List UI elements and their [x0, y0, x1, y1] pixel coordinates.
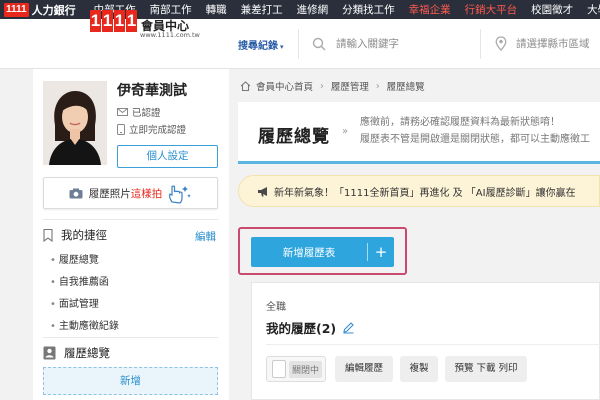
sidebar-item-recommendation-letter[interactable]: 自我推薦函	[50, 273, 109, 288]
new-resume-button[interactable]: 新增履歷表 +	[251, 237, 394, 267]
resume-name: 我的履歷(2)	[266, 318, 355, 337]
resume-name-text: 我的履歷(2)	[266, 321, 337, 336]
top-nav-brand[interactable]: 1111 人力銀行	[0, 0, 80, 19]
resume-photo-highlight: 這樣拍	[130, 187, 163, 200]
nav-item-happy-company[interactable]: 幸福企業	[409, 2, 451, 17]
resume-description-line1: 應徵前，請務必確認履歷資料為最新狀態唷！	[360, 117, 560, 128]
announcement-banner[interactable]: 新年新氣象！「1111全新首頁」再進化 及 「AI履歷診斷」讓你贏在	[238, 175, 600, 207]
personal-settings-button[interactable]: 個人設定	[117, 145, 218, 168]
camera-icon	[69, 188, 83, 198]
mail-icon	[117, 108, 128, 116]
pencil-icon[interactable]	[342, 321, 355, 334]
nav-item-part-time[interactable]: 兼差打工	[241, 2, 283, 17]
user-name: 伊奇華測試	[117, 83, 187, 99]
resume-card: 全職 我的履歷(2) 關閉中 編輯履歷 複製 預覽 下載 列印	[251, 282, 600, 400]
location-select-input[interactable]: 請選擇縣市區域	[516, 36, 590, 51]
search-history-dropdown[interactable]: 搜尋紀錄 ▾	[238, 37, 284, 52]
nav-item-category-search[interactable]: 分類找工作	[342, 2, 395, 17]
tap-hand-icon	[169, 185, 192, 204]
shortcuts-title-label: 我的捷徑	[61, 228, 107, 242]
top-nav-brand-text: 人力銀行	[31, 3, 76, 17]
nav-item-university[interactable]: 大學網	[587, 2, 600, 17]
verify-now-link[interactable]: 立即完成認證	[117, 122, 186, 136]
header-divider	[298, 29, 299, 59]
breadcrumb-resume-management[interactable]: 履歷管理	[331, 79, 369, 93]
header-divider	[480, 29, 481, 59]
logo-digit: 1	[126, 10, 137, 32]
edit-resume-button[interactable]: 編輯履歷	[335, 356, 393, 382]
sidebar-item-interview-management[interactable]: 面試管理	[50, 295, 99, 310]
toggle-status-label: 關閉中	[289, 360, 323, 378]
breadcrumb-resume-overview: 履歷總覽	[386, 82, 425, 93]
chevron-right-icon: »	[342, 126, 349, 137]
breadcrumb: 會員中心首頁 › 履歷管理 › 履歷總覽	[240, 79, 425, 93]
overview-title: 履歷總覽	[43, 345, 110, 361]
add-resume-button[interactable]: 新增	[43, 367, 218, 395]
toggle-knob	[272, 360, 286, 378]
sidebar: 伊奇華測試 已認證 立即完成認證 個人設定 履歷照片 這樣拍 我的捷徑 編輯 •…	[33, 69, 229, 400]
location-pin-icon	[495, 36, 507, 51]
phone-icon	[117, 123, 125, 135]
preview-download-print-button[interactable]: 預覽 下載 列印	[445, 356, 527, 382]
chevron-right-icon: ›	[375, 80, 380, 92]
nav-item-education[interactable]: 進修網	[297, 2, 329, 17]
sidebar-divider	[43, 337, 218, 338]
megaphone-icon	[258, 186, 267, 196]
breadcrumb-home[interactable]: 會員中心首頁	[256, 79, 313, 93]
logo-digit: 1	[114, 10, 125, 32]
overview-title-label: 履歷總覽	[64, 346, 110, 360]
keyword-search-input[interactable]: 請輸入關鍵字	[336, 36, 399, 51]
nav-item-marketing[interactable]: 行銷大平台	[465, 2, 518, 17]
verified-label: 已認證	[132, 108, 161, 119]
logo-digits: 1 1 1 1	[90, 10, 138, 32]
bookmark-icon	[43, 228, 53, 242]
copy-resume-button[interactable]: 複製	[400, 356, 438, 382]
chevron-right-icon: ›	[320, 80, 324, 92]
site-logo[interactable]: 1 1 1 1 會員中心 www.1111.com.tw	[90, 10, 200, 39]
page-title: 履歷總覽	[258, 127, 330, 147]
resume-photo-button[interactable]: 履歷照片 這樣拍	[43, 177, 218, 209]
search-history-label: 搜尋紀錄	[238, 41, 278, 52]
sidebar-item-resume-overview[interactable]: 履歷總覽	[50, 251, 99, 266]
nav-item-campus[interactable]: 校園徵才	[531, 2, 573, 17]
resume-doc-icon	[43, 346, 56, 360]
home-icon	[240, 81, 251, 91]
announcement-text: 新年新氣象！「1111全新首頁」再進化 及 「AI履歷診斷」讓你贏在	[274, 187, 576, 199]
avatar-photo	[43, 81, 107, 165]
resume-photo-label: 履歷照片	[88, 187, 131, 200]
job-type-label: 全職	[266, 302, 286, 313]
logo-digit: 1	[102, 10, 113, 32]
chevron-down-icon: ▾	[280, 43, 284, 51]
search-icon	[312, 37, 326, 51]
resume-description-line2: 履歷表不管是開啟還是關閉狀態，都可以主動應徵工	[360, 134, 590, 145]
sidebar-item-application-records[interactable]: 主動應徵紀錄	[50, 317, 119, 332]
top-nav-logo: 1111	[4, 2, 29, 17]
verified-status: 已認證	[117, 105, 161, 119]
resume-visibility-toggle[interactable]: 關閉中	[266, 356, 326, 382]
edit-shortcuts-link[interactable]: 編輯	[195, 229, 216, 244]
plus-icon: +	[374, 243, 388, 261]
resume-overview-header: 履歷總覽 » 應徵前，請務必確認履歷資料為最新狀態唷！ 履歷表不管是開啟還是關閉…	[238, 102, 600, 164]
logo-url: www.1111.com.tw	[140, 31, 200, 39]
logo-digit: 1	[90, 10, 101, 32]
shortcuts-title: 我的捷徑	[43, 227, 107, 243]
verify-now-label: 立即完成認證	[129, 125, 187, 136]
new-resume-label: 新增履歷表	[282, 246, 336, 259]
avatar[interactable]	[43, 81, 107, 165]
nav-item-career-change[interactable]: 轉職	[206, 2, 227, 17]
sidebar-divider	[43, 219, 218, 220]
card-divider	[266, 344, 600, 345]
